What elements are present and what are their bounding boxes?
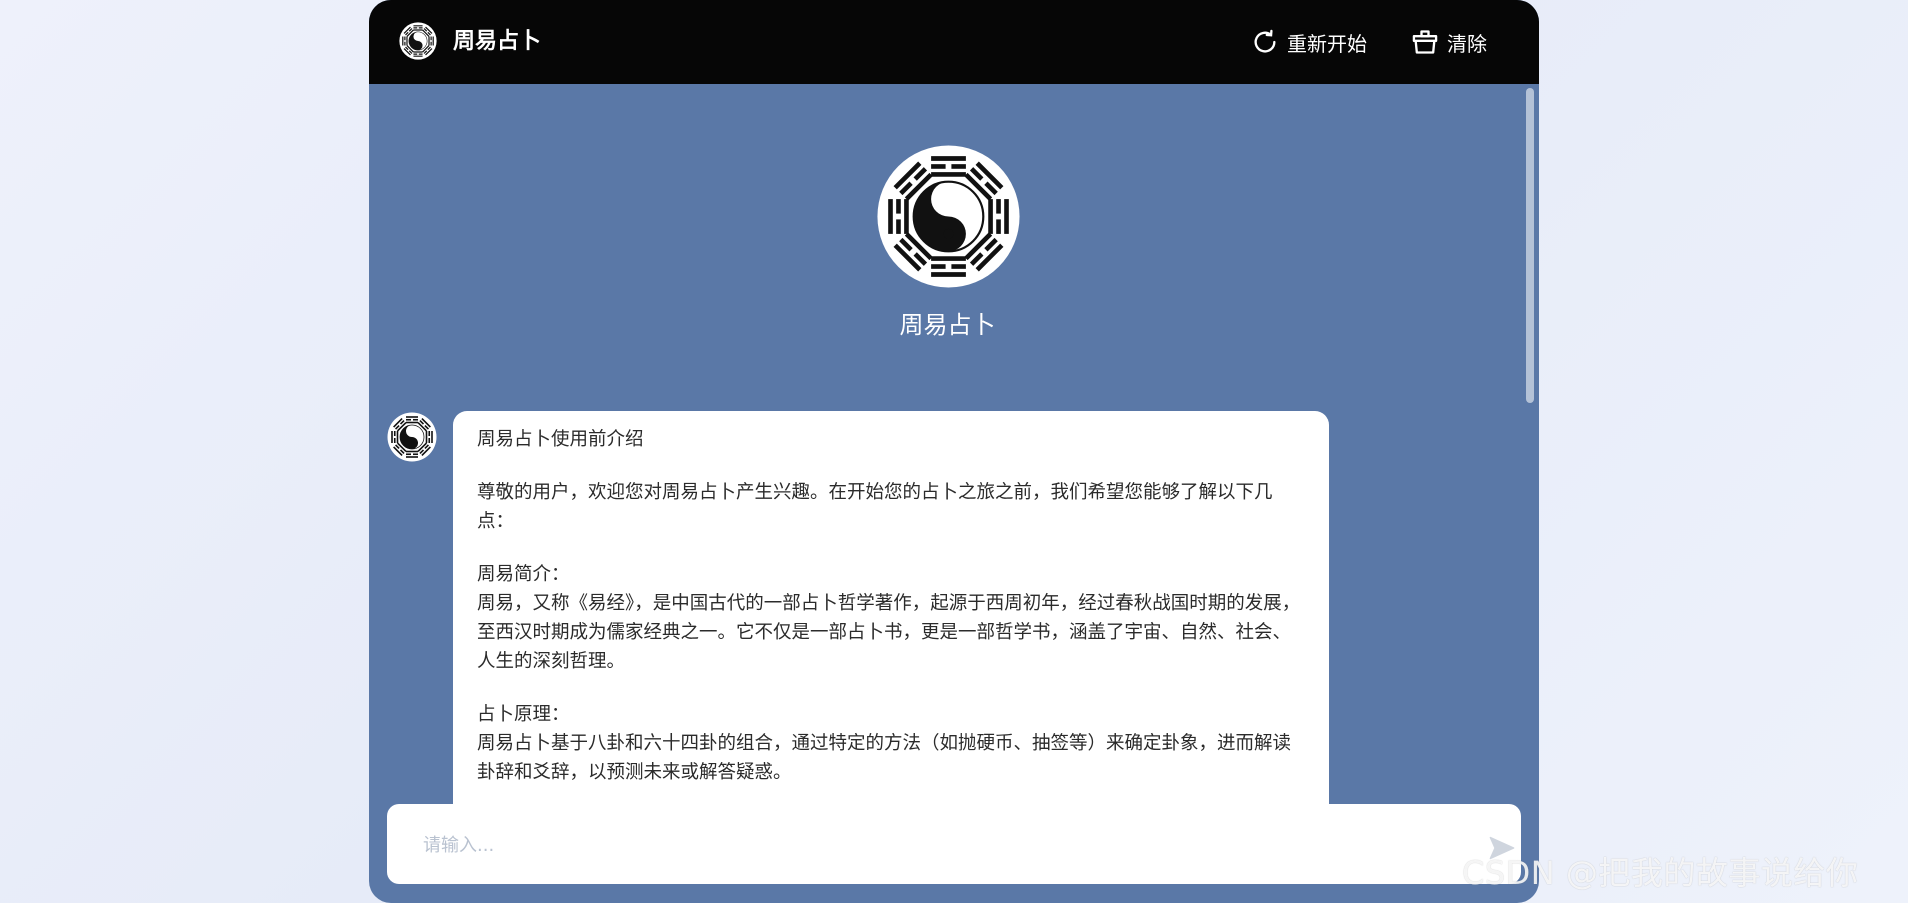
input-bar <box>387 804 1521 884</box>
message-title: 周易占卜使用前介绍 <box>477 429 644 450</box>
watermark: CSDN @把我的故事说给你 <box>1462 854 1859 892</box>
section-principle-heading: 占卜原理： <box>477 704 570 725</box>
chat-window: 周易占卜 重新开始 清除 周易占卜 周易占卜使用前介绍 尊敬的用户，欢迎您对周易… <box>369 0 1539 903</box>
restart-button[interactable]: 重新开始 <box>1251 26 1367 58</box>
section-principle-body: 周易占卜基于八卦和六十四卦的组合，通过特定的方法（如抛硬币、抽签等）来确定卦象，… <box>477 733 1292 783</box>
scrollbar[interactable] <box>1526 88 1534 403</box>
yin-yang-bagua-icon <box>399 22 437 60</box>
message-input[interactable] <box>421 824 1445 866</box>
section-overview-heading: 周易简介： <box>477 564 570 585</box>
section-overview: 周易简介： 周易，又称《易经》，是中国古代的一部占卜哲学著作，起源于西周初年，经… <box>477 560 1305 676</box>
message-intro: 尊敬的用户，欢迎您对周易占卜产生兴趣。在开始您的占卜之旅之前，我们希望您能够了解… <box>477 482 1273 532</box>
bot-avatar-large <box>876 144 1021 289</box>
top-bar: 周易占卜 重新开始 清除 <box>369 0 1539 84</box>
section-overview-body: 周易，又称《易经》，是中国古代的一部占卜哲学著作，起源于西周初年，经过春秋战国时… <box>477 593 1301 672</box>
message-bubble: 周易占卜使用前介绍 尊敬的用户，欢迎您对周易占卜产生兴趣。在开始您的占卜之旅之前… <box>453 411 1329 811</box>
bot-name: 周易占卜 <box>899 311 996 339</box>
clear-label: 清除 <box>1447 31 1487 56</box>
section-principle: 占卜原理： 周易占卜基于八卦和六十四卦的组合，通过特定的方法（如抛硬币、抽签等）… <box>477 700 1305 787</box>
basket-icon <box>1412 30 1438 54</box>
bot-avatar <box>387 412 437 462</box>
restart-label: 重新开始 <box>1287 31 1367 56</box>
clear-button[interactable]: 清除 <box>1411 26 1487 58</box>
app-title: 周易占卜 <box>453 29 542 54</box>
refresh-icon <box>1254 29 1276 53</box>
